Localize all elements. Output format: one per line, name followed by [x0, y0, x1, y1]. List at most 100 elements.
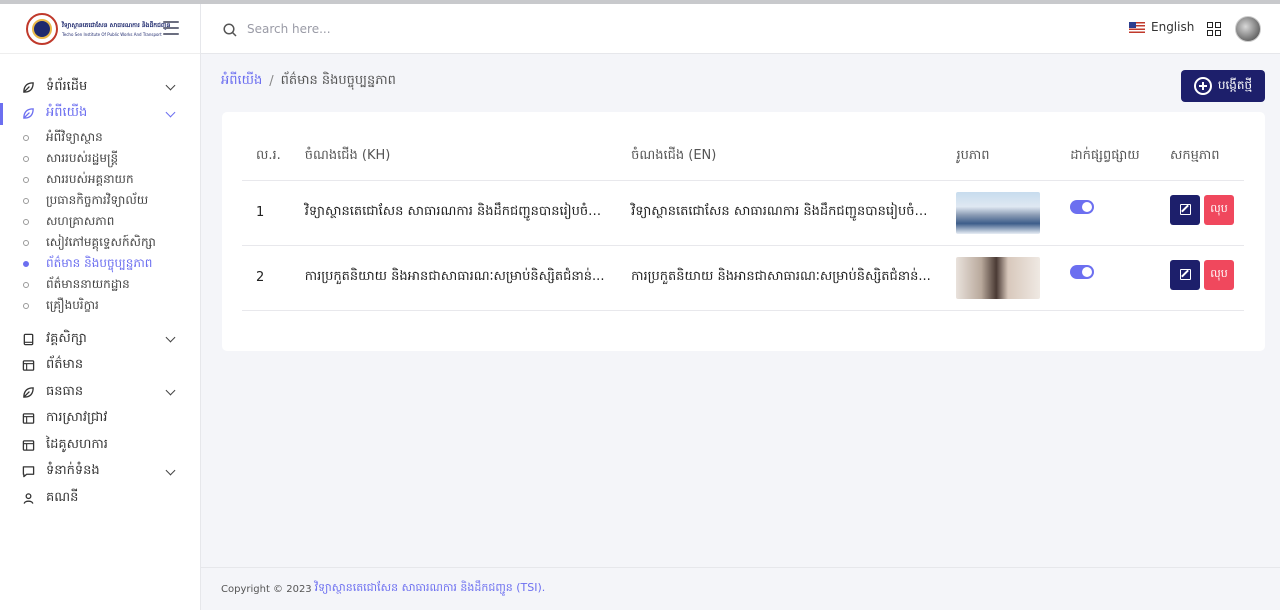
cell-title-kh: វិទ្យាស្ថានតេជោសែន សាធារណការ និងដឹកជញ្ជូ… — [290, 180, 618, 246]
bullet-icon — [23, 134, 29, 141]
leaf-icon — [21, 80, 35, 94]
plus-circle-icon — [1193, 77, 1212, 95]
sidebar-subitem-partnership[interactable]: សហគ្រាសភាព — [0, 211, 201, 232]
bullet-icon — [23, 239, 29, 246]
sidebar-item-courses[interactable]: វគ្គសិក្សា — [0, 326, 201, 353]
sidebar-item-contact[interactable]: ទំនាក់ទំនង — [0, 459, 201, 486]
avatar[interactable] — [1235, 16, 1261, 42]
sidebar-item-label: វគ្គសិក្សា — [46, 330, 87, 346]
cell-title-en: ការប្រកួតនិយាយ និងអានជាសាធារណៈសម្រាប់និស… — [617, 245, 943, 311]
create-new-button[interactable]: បង្កើតថ្មី — [1181, 70, 1265, 102]
sidebar-item-partners[interactable]: ដៃគូសហការ — [0, 432, 201, 459]
sidebar-subitem-equipment[interactable]: គ្រឿងបរិក្ខារ — [0, 295, 201, 316]
sidebar-subitem-news-updates[interactable]: ព័ត៌មាន និងបច្ចុប្បន្នភាព — [0, 253, 201, 274]
sidebar-item-account[interactable]: គណនី — [0, 485, 201, 512]
table-row: 2 ការប្រកួតនិយាយ និងអានជាសាធារណៈសម្រាប់ន… — [242, 245, 1244, 311]
sidebar-item-research[interactable]: ការស្រាវជ្រាវ — [0, 406, 201, 433]
column-header-actions: សកម្មភាព — [1156, 134, 1244, 181]
bullet-icon — [23, 260, 29, 267]
sidebar-item-label: គណនី — [46, 489, 79, 505]
cell-actions: លុប — [1156, 245, 1244, 311]
cell-actions: លុប — [1156, 180, 1244, 246]
news-table-card: ល.រ. ចំណងជើង (KH) ចំណងជើង (EN) រូបភាព ដា… — [222, 112, 1265, 351]
column-header-title-en: ចំណងជើង (EN) — [617, 134, 943, 181]
sidebar-subitem-school-affairs[interactable]: ប្រធានកិច្ចការវិទ្យាល័យ — [0, 190, 201, 211]
sidebar-subitem-director-message[interactable]: សាររបស់អគ្គនាយក — [0, 169, 201, 190]
column-header-title-kh: ចំណងជើង (KH) — [290, 134, 618, 181]
edit-button[interactable] — [1170, 259, 1200, 290]
breadcrumb-parent[interactable]: អំពីយើង — [221, 72, 262, 91]
layout-icon — [21, 359, 35, 373]
sidebar-subitem-label: សហគ្រាសភាព — [46, 213, 115, 228]
bullet-icon — [23, 218, 29, 225]
cell-no: 2 — [242, 245, 291, 311]
sidebar-item-about[interactable]: អំពីយើង — [0, 101, 201, 128]
sidebar-subitem-label: គ្រឿងបរិក្ខារ — [46, 297, 99, 312]
create-new-label: បង្កើតថ្មី — [1217, 78, 1253, 92]
edit-icon — [1179, 204, 1191, 215]
language-selector[interactable]: English — [1129, 20, 1194, 34]
delete-button[interactable]: លុប — [1204, 194, 1234, 225]
sidebar-item-label: ការស្រាវជ្រាវ — [46, 410, 108, 426]
sidebar-subitem-label: អំពីវិទ្យាស្ថាន — [46, 129, 103, 144]
bullet-icon — [23, 197, 29, 204]
chevron-down-icon — [165, 107, 176, 117]
menu-toggle-icon[interactable] — [163, 21, 179, 35]
sidebar-item-resources[interactable]: ធនធាន — [0, 379, 201, 406]
chevron-down-icon — [165, 385, 176, 396]
sidebar-item-label: ធនធាន — [46, 383, 84, 399]
leaf-icon — [21, 107, 35, 121]
publish-toggle[interactable] — [1070, 264, 1095, 279]
sidebar-subitem-label: ប្រធានកិច្ចការវិទ្យាល័យ — [46, 192, 149, 207]
sidebar-item-label: ដៃគូសហការ — [46, 436, 108, 452]
breadcrumb-current: ព័ត៌មាន និងបច្ចុប្បន្នភាព — [280, 73, 396, 88]
sidebar-nav: ទំព័រដើម អំពីយើង អំពីវិទ្យាស្ថាន សាររបស់… — [0, 74, 201, 512]
news-thumbnail[interactable] — [956, 256, 1041, 299]
sidebar-item-label: ព័ត៌មាន — [46, 357, 84, 373]
apps-grid-icon[interactable] — [1207, 22, 1221, 36]
delete-button[interactable]: លុប — [1204, 259, 1234, 290]
sidebar-item-news[interactable]: ព័ត៌មាន — [0, 353, 201, 380]
chevron-down-icon — [165, 80, 176, 91]
sidebar-item-label: ទំនាក់ទំនង — [46, 463, 100, 479]
book-icon — [21, 332, 35, 346]
sidebar-item-label: អំពីយើង — [46, 105, 88, 121]
column-header-no: ល.រ. — [242, 134, 291, 181]
cell-image — [942, 245, 1057, 311]
sidebar-subitem-department-news[interactable]: ព័ត៌មាននាយកដ្ឋាន — [0, 274, 201, 295]
sidebar-subitem-about-institute[interactable]: អំពីវិទ្យាស្ថាន — [0, 127, 201, 148]
edit-icon — [1179, 269, 1191, 280]
sidebar-item-label: ទំព័រដើម — [46, 78, 88, 94]
cell-publish — [1056, 180, 1156, 246]
sidebar-subitem-minister-message[interactable]: សាររបស់រដ្ឋមន្ត្រី — [0, 148, 201, 169]
us-flag-icon — [1129, 21, 1145, 33]
table-row: 1 វិទ្យាស្ថានតេជោសែន សាធារណការ និងដឹកជញ្… — [242, 180, 1244, 246]
news-table: ល.រ. ចំណងជើង (KH) ចំណងជើង (EN) រូបភាព ដា… — [242, 134, 1244, 311]
search-input[interactable] — [247, 18, 547, 40]
brand-name-kh: វិទ្យាស្ថានតេជោសែន សាធារណការ និងដឹកជញ្ជូ… — [62, 21, 171, 29]
sidebar-item-home[interactable]: ទំព័រដើម — [0, 74, 201, 101]
sidebar-subitem-study-guide[interactable]: សៀវភៅមគ្គុទ្ទេសក៍សិក្សា — [0, 232, 201, 253]
sidebar-submenu-about: អំពីវិទ្យាស្ថាន សាររបស់រដ្ឋមន្ត្រី សាររប… — [0, 127, 201, 316]
search-icon[interactable] — [223, 22, 237, 37]
column-header-publish: ដាក់ផ្សព្វផ្សាយ — [1056, 134, 1156, 181]
breadcrumb: អំពីយើង / ព័ត៌មាន និងបច្ចុប្បន្នភាព — [221, 72, 396, 91]
language-label: English — [1151, 20, 1195, 34]
cell-image — [942, 180, 1057, 246]
sidebar-subitem-label: ព័ត៌មាននាយកដ្ឋាន — [46, 276, 130, 291]
chevron-down-icon — [165, 465, 176, 475]
footer-org-link[interactable]: វិទ្យាស្ថានតេជោសែន សាធារណការ និងដឹកជញ្ជូ… — [315, 581, 546, 597]
chevron-down-icon — [165, 332, 176, 343]
news-thumbnail[interactable] — [956, 191, 1041, 234]
column-header-image: រូបភាព — [942, 134, 1057, 181]
page-footer: Copyright © 2023 វិទ្យាស្ថានតេជោសែន សាធា… — [201, 567, 1280, 610]
publish-toggle[interactable] — [1070, 199, 1095, 214]
chat-icon — [21, 465, 35, 479]
edit-button[interactable] — [1170, 194, 1200, 225]
bullet-icon — [23, 281, 29, 288]
cell-publish — [1056, 245, 1156, 311]
user-icon — [21, 491, 35, 505]
bullet-icon — [23, 155, 29, 162]
layout-icon — [21, 412, 35, 426]
cell-title-en: វិទ្យាស្ថានតេជោសែន សាធារណការ និងដឹកជញ្ជូ… — [617, 180, 943, 246]
